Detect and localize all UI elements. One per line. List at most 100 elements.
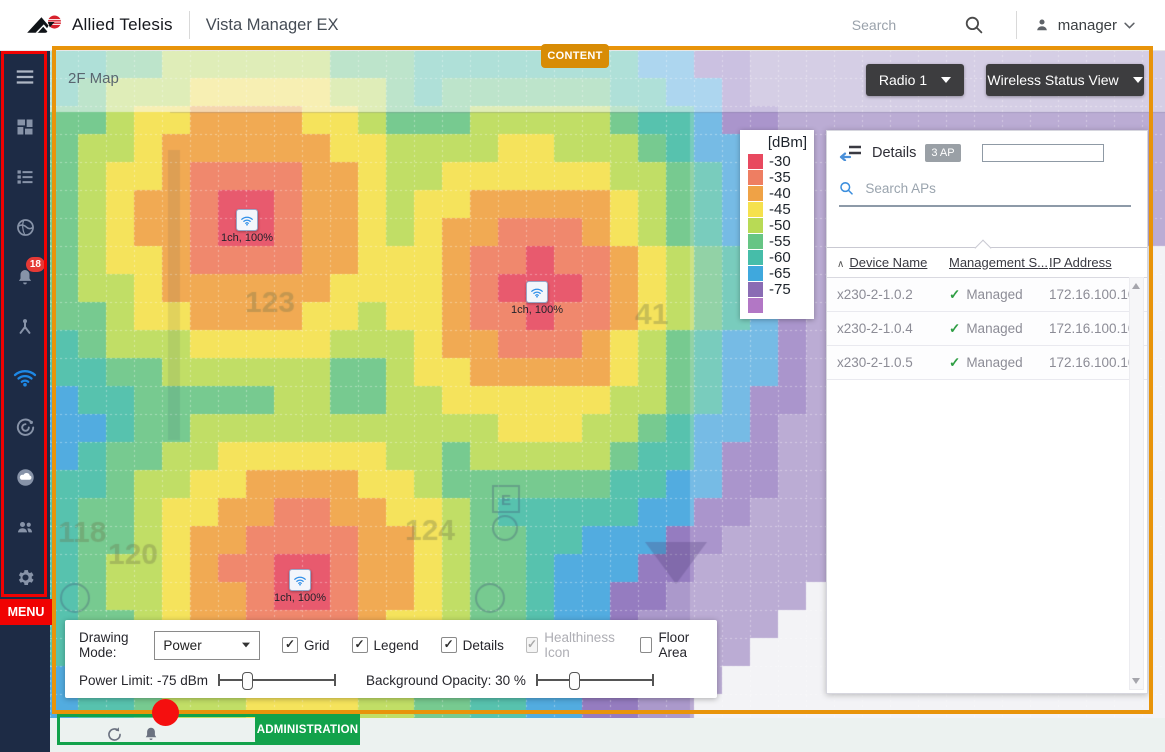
legend-checkbox[interactable]: Legend bbox=[352, 637, 419, 653]
grid-checkbox[interactable]: Grid bbox=[282, 637, 330, 653]
check-icon: ✓ bbox=[949, 321, 960, 336]
refresh-icon bbox=[105, 725, 124, 744]
target-icon bbox=[15, 417, 36, 438]
top-bar: Allied Telesis Vista Manager EX manager bbox=[0, 0, 1165, 51]
legend-swatch bbox=[748, 186, 763, 201]
sidebar-item-menu[interactable] bbox=[0, 52, 50, 102]
ap-count-badge: 3 AP bbox=[925, 144, 960, 162]
ap-icon[interactable] bbox=[289, 569, 311, 591]
topology-icon bbox=[15, 317, 35, 337]
checkbox-checked-icon[interactable] bbox=[441, 637, 457, 653]
collapse-panel-icon[interactable] bbox=[839, 145, 863, 161]
sidebar-item-sd-wan[interactable] bbox=[0, 402, 50, 452]
view-mode-label: Wireless Status View bbox=[987, 72, 1118, 88]
checkbox-unchecked-icon[interactable] bbox=[640, 637, 652, 653]
view-mode-button[interactable]: Wireless Status View bbox=[986, 64, 1144, 96]
floor-area-checkbox[interactable]: Floor Area bbox=[640, 630, 703, 660]
ap-marker[interactable]: 1ch, 100% bbox=[221, 209, 273, 244]
user-icon bbox=[1033, 16, 1051, 34]
ap-search-input[interactable] bbox=[863, 180, 1131, 197]
ap-table-header: ∧Device Name Management S... IP Address bbox=[827, 247, 1147, 278]
legend-entry: -60 bbox=[740, 249, 814, 265]
search-icon[interactable] bbox=[964, 15, 984, 35]
sidebar-item-dashboard[interactable] bbox=[0, 102, 50, 152]
sidebar-item-asset-list[interactable] bbox=[0, 152, 50, 202]
column-device-name[interactable]: ∧Device Name bbox=[837, 255, 949, 270]
divider bbox=[1016, 11, 1017, 39]
sidebar-item-user-management[interactable] bbox=[0, 502, 50, 552]
global-search-input[interactable] bbox=[850, 16, 964, 34]
sidebar-item-event-log[interactable]: 18 bbox=[0, 252, 50, 302]
legend-entry: -55 bbox=[740, 233, 814, 249]
legend-entry: -45 bbox=[740, 201, 814, 217]
legend-swatch bbox=[748, 154, 763, 169]
ap-icon[interactable] bbox=[526, 281, 548, 303]
slider-thumb[interactable] bbox=[569, 672, 580, 690]
column-ip-address[interactable]: IP Address bbox=[1049, 255, 1147, 270]
details-checkbox[interactable]: Details bbox=[441, 637, 504, 653]
ap-icon[interactable] bbox=[236, 209, 258, 231]
slider-thumb[interactable] bbox=[242, 672, 253, 690]
topbar-right: manager bbox=[850, 11, 1165, 39]
notifications-button[interactable] bbox=[142, 725, 160, 749]
drawing-mode-value: Power bbox=[163, 638, 201, 653]
bg-opacity-label: Background Opacity: 30 % bbox=[366, 673, 526, 688]
table-row[interactable]: x230-2-1.0.5 ✓Managed 172.16.100.100 bbox=[827, 346, 1147, 380]
legend-swatch bbox=[748, 298, 763, 313]
sidebar-item-network-topology[interactable] bbox=[0, 302, 50, 352]
power-limit-label: Power Limit: -75 dBm bbox=[79, 673, 208, 688]
brand: Allied Telesis bbox=[26, 12, 173, 38]
checkbox-checked-icon[interactable] bbox=[352, 637, 368, 653]
power-limit-slider[interactable] bbox=[218, 671, 336, 689]
ap-channel-label: 1ch, 100% bbox=[511, 304, 563, 316]
wifi-icon bbox=[240, 215, 254, 226]
sidebar-item-wireless-awc[interactable] bbox=[0, 352, 50, 402]
radio-select-label: Radio 1 bbox=[879, 72, 927, 88]
bell-icon bbox=[142, 725, 160, 744]
user-menu[interactable]: manager bbox=[1033, 16, 1135, 34]
chevron-down-icon bbox=[1124, 22, 1135, 29]
ap-marker[interactable]: 1ch, 100% bbox=[274, 569, 326, 604]
hamburger-menu-icon bbox=[14, 66, 36, 88]
drawing-mode-select[interactable]: Power bbox=[154, 631, 260, 660]
details-title: Details bbox=[872, 145, 916, 161]
list-icon bbox=[15, 167, 35, 187]
chevron-down-icon bbox=[242, 643, 250, 648]
check-icon: ✓ bbox=[949, 355, 960, 370]
management-state-cell: ✓Managed bbox=[949, 355, 1049, 371]
bg-opacity-slider[interactable] bbox=[536, 671, 654, 689]
healthiness-icon-checkbox: Healthiness Icon bbox=[526, 630, 619, 660]
column-management-state[interactable]: Management S... bbox=[949, 255, 1049, 270]
scroll-up-icon[interactable] bbox=[1132, 283, 1140, 289]
panel-notch bbox=[975, 240, 992, 257]
wifi-icon bbox=[293, 575, 307, 586]
legend-swatch bbox=[748, 282, 763, 297]
main-nav-sidebar: 18 bbox=[0, 50, 50, 752]
table-row[interactable]: x230-2-1.0.4 ✓Managed 172.16.100.105 bbox=[827, 312, 1147, 346]
management-state-cell: ✓Managed bbox=[949, 287, 1049, 303]
legend-entry: -35 bbox=[740, 169, 814, 185]
radio-select-button[interactable]: Radio 1 bbox=[866, 64, 964, 96]
sidebar-item-network-map[interactable] bbox=[0, 202, 50, 252]
dbm-legend: [dBm] -30 -35 -40 -45 -50 -55 -60 -65 -7… bbox=[740, 130, 814, 319]
wifi-icon bbox=[530, 287, 544, 298]
legend-title: [dBm] bbox=[740, 134, 814, 151]
ap-marker[interactable]: 1ch, 100% bbox=[511, 281, 563, 316]
refresh-button[interactable] bbox=[105, 725, 124, 749]
legend-entry: -40 bbox=[740, 185, 814, 201]
legend-swatch bbox=[748, 250, 763, 265]
cloud-icon bbox=[15, 467, 36, 488]
bottom-toolbar bbox=[50, 718, 1165, 752]
table-row[interactable]: x230-2-1.0.2 ✓Managed 172.16.100.104 bbox=[827, 278, 1147, 312]
sidebar-item-system-settings[interactable] bbox=[0, 552, 50, 602]
sidebar-item-cloud-services[interactable] bbox=[0, 452, 50, 502]
checkbox-checked-icon[interactable] bbox=[282, 637, 298, 653]
legend-swatch bbox=[748, 234, 763, 249]
ap-table: ∧Device Name Management S... IP Address … bbox=[827, 247, 1147, 380]
table-scrollbar[interactable] bbox=[1129, 277, 1144, 690]
details-header: Details 3 AP bbox=[827, 131, 1147, 162]
scroll-down-icon[interactable] bbox=[1132, 678, 1140, 684]
legend-swatch bbox=[748, 202, 763, 217]
global-search[interactable] bbox=[850, 15, 1000, 35]
chevron-down-icon bbox=[941, 77, 951, 83]
